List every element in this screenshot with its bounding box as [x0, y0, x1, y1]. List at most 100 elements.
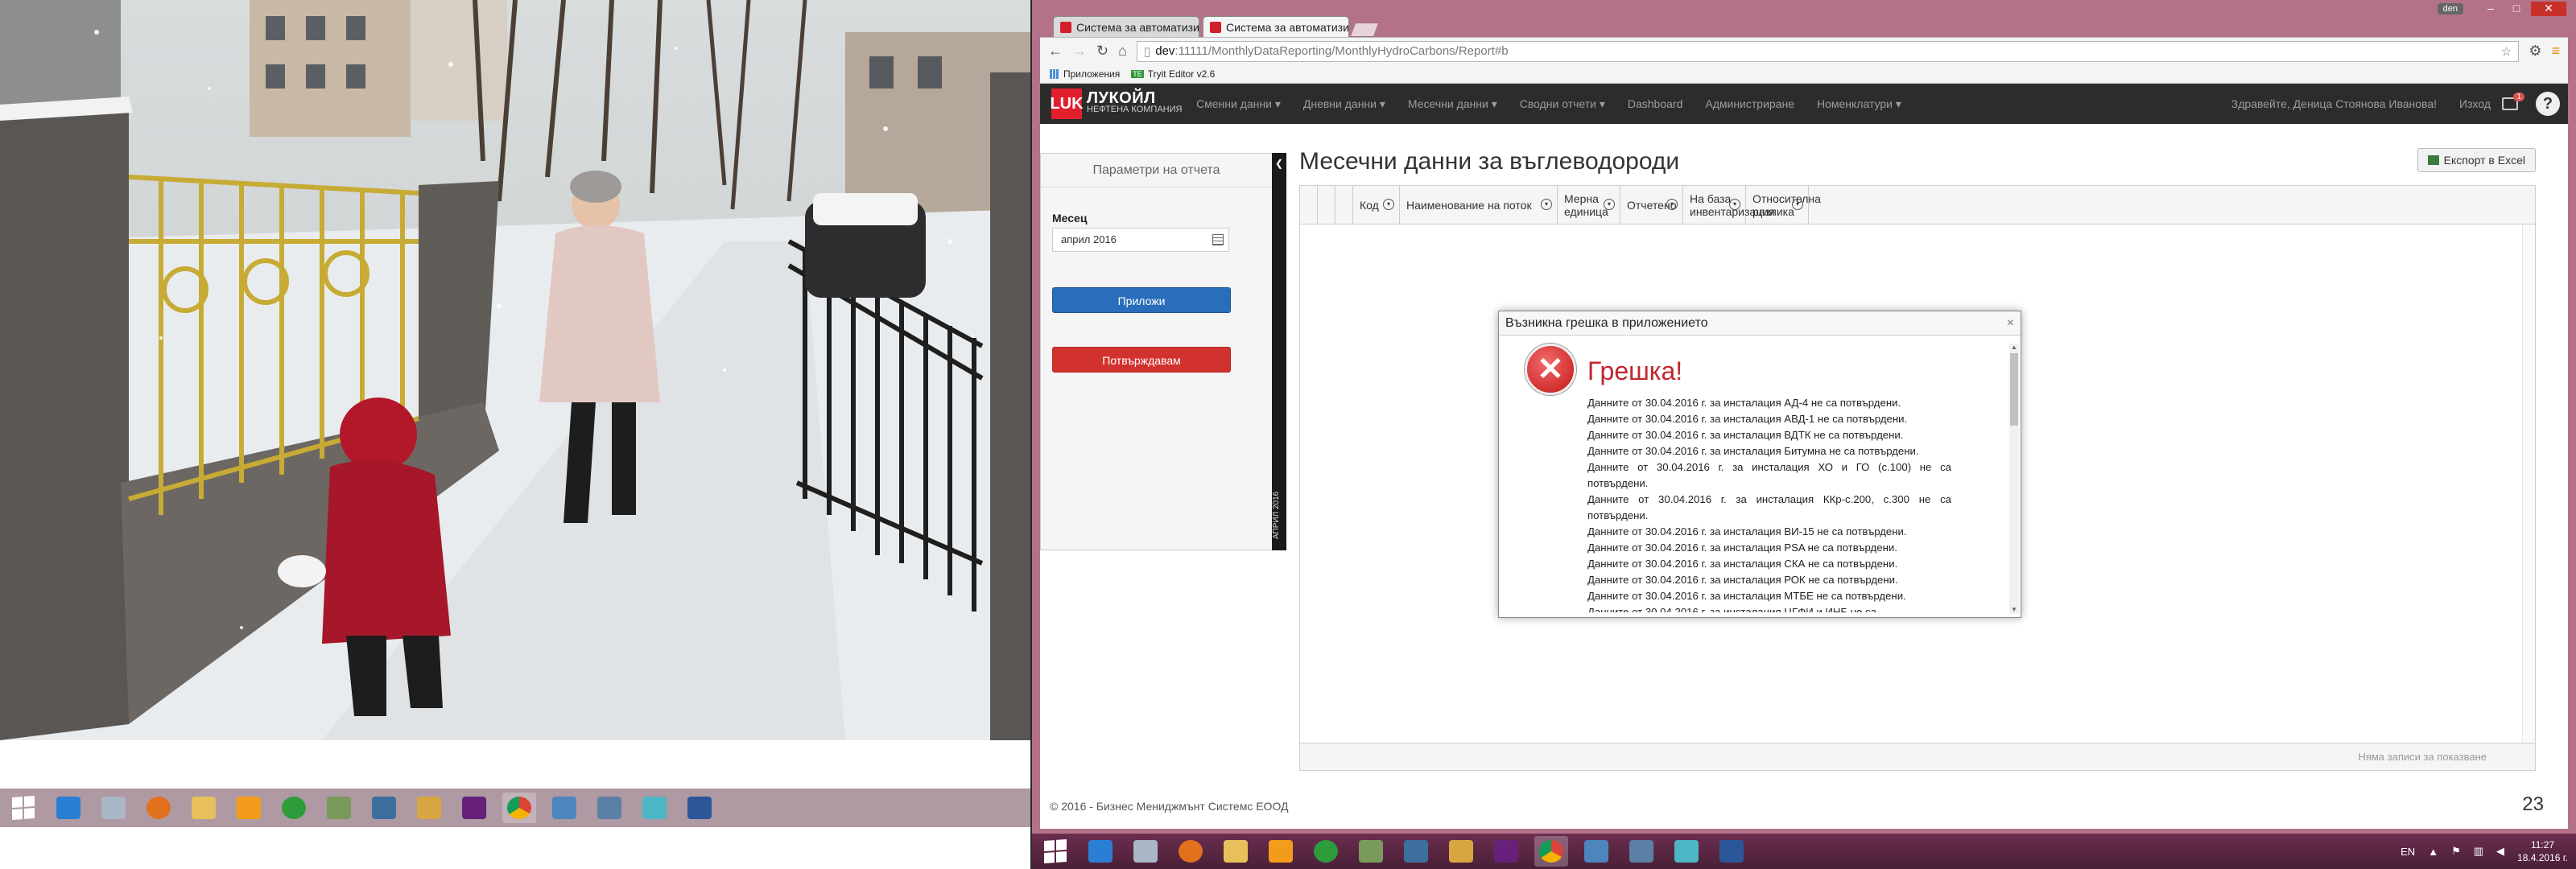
maximize-icon[interactable]: □ [2505, 2, 2528, 16]
new-tab-button[interactable] [1349, 23, 1380, 37]
browser-tab-1[interactable]: Система за автоматизир × [1053, 16, 1199, 37]
tray-expand-icon[interactable]: ▲ [2428, 846, 2438, 858]
taskbar-firefox[interactable] [142, 793, 175, 823]
taskbar-explorer[interactable] [1219, 836, 1253, 867]
filter-icon[interactable]: ▾ [1604, 199, 1615, 210]
taskbar-app-green[interactable] [277, 793, 311, 823]
filter-icon[interactable]: ▾ [1666, 199, 1678, 210]
taskbar-chrome[interactable] [1534, 836, 1568, 867]
nav-shift-data[interactable]: Сменни данни ▾ [1185, 97, 1292, 111]
taskbar-outlook[interactable] [232, 793, 266, 823]
browser-user-badge[interactable]: den [2437, 3, 2463, 14]
no-records-text: Няма записи за показване [2358, 751, 2487, 763]
grid-col-expand[interactable] [1318, 186, 1335, 224]
taskbar-network[interactable] [1399, 836, 1433, 867]
scroll-thumb[interactable] [2010, 353, 2018, 426]
taskbar-app-tools[interactable] [1354, 836, 1388, 867]
close-window-icon[interactable]: ✕ [2531, 2, 2566, 16]
forward-icon[interactable]: → [1072, 43, 1087, 60]
filter-icon[interactable]: ▾ [1541, 199, 1552, 210]
filter-icon[interactable]: ▾ [1383, 199, 1394, 210]
bookmark-tryit[interactable]: TE Tryit Editor v2.6 [1131, 68, 1215, 80]
collapse-arrow-icon[interactable]: ❮ [1272, 158, 1286, 169]
taskbar-right: EN ▲ ⚑ ▥ ◀ 11:27 18.4.2016 г. [1032, 834, 2576, 869]
nav-dashboard[interactable]: Dashboard [1616, 97, 1695, 110]
month-input[interactable]: април 2016 [1052, 228, 1229, 252]
confirm-button[interactable]: Потвърждавам [1052, 347, 1231, 373]
calendar-icon[interactable] [1212, 234, 1224, 245]
notifications-icon[interactable]: 1 [2502, 93, 2524, 110]
flag-icon[interactable]: ⚑ [2451, 845, 2461, 858]
bookmark-apps[interactable]: Приложения [1050, 68, 1120, 80]
nav-monthly-data[interactable]: Месечни данни ▾ [1397, 97, 1509, 111]
dialog-scrollbar[interactable]: ▲ ▼ [2009, 344, 2019, 614]
taskbar-paint[interactable] [412, 793, 446, 823]
filter-icon[interactable]: ▾ [1792, 199, 1803, 210]
error-message: Данните от 30.04.2016 г. за инсталация В… [1587, 429, 1904, 441]
taskbar-calc[interactable] [97, 793, 130, 823]
taskbar-paint[interactable] [1444, 836, 1478, 867]
extension-icon[interactable]: ⚙ [2529, 43, 2541, 60]
taskbar-monitor[interactable] [592, 793, 626, 823]
grid-scrollbar[interactable] [2522, 224, 2535, 744]
grid-col-unit[interactable]: Мерна единица ▾ [1558, 186, 1620, 224]
nav-summary-reports[interactable]: Сводни отчети ▾ [1509, 97, 1616, 111]
nav-nomenclatures[interactable]: Номенклатури ▾ [1806, 97, 1913, 111]
grid-col-code[interactable]: Код ▾ [1353, 186, 1400, 224]
taskbar-network[interactable] [367, 793, 401, 823]
grid-col-inventory[interactable]: На база инвентаризация ▾ [1683, 186, 1775, 224]
clock[interactable]: 11:27 18.4.2016 г. [2517, 838, 2568, 864]
taskbar-monitor[interactable] [1624, 836, 1658, 867]
taskbar-remote[interactable] [547, 793, 581, 823]
taskbar-chrome[interactable] [502, 793, 536, 823]
taskbar-firefox[interactable] [1174, 836, 1208, 867]
user-greeting[interactable]: Здравейте, Деница Стоянова Иванова! [2220, 97, 2448, 110]
grid-col-select[interactable] [1300, 186, 1318, 224]
taskbar-vs[interactable] [1489, 836, 1523, 867]
start-button[interactable] [1038, 836, 1072, 867]
taskbar-word[interactable] [683, 793, 716, 823]
remote-desktop-icon [552, 797, 576, 819]
grid-col-stream-name[interactable]: Наименование на поток ▾ [1400, 186, 1558, 224]
taskbar-remote[interactable] [1579, 836, 1613, 867]
taskbar-explorer[interactable] [187, 793, 221, 823]
home-icon[interactable]: ⌂ [1118, 43, 1127, 60]
nav-daily-data[interactable]: Дневни данни ▾ [1292, 97, 1397, 111]
address-bar[interactable]: ▯ dev:11111/MonthlyDataReporting/Monthly… [1136, 40, 2520, 62]
taskbar-app-cyan[interactable] [638, 793, 671, 823]
taskbar-ie[interactable] [52, 793, 85, 823]
bookmark-star-icon[interactable]: ☆ [2501, 44, 2512, 59]
network-tray-icon[interactable]: ▥ [2474, 845, 2483, 858]
taskbar-app-tools[interactable] [322, 793, 356, 823]
grid-col-relative-diff[interactable]: Относителна разлика ▾ [1746, 186, 1821, 224]
taskbar-calc[interactable] [1129, 836, 1162, 867]
reload-icon[interactable]: ↻ [1096, 43, 1108, 60]
filter-icon[interactable]: ▾ [1729, 199, 1740, 210]
back-icon[interactable]: ← [1048, 43, 1063, 60]
help-icon[interactable]: ? [2536, 92, 2560, 116]
taskbar-ie[interactable] [1084, 836, 1117, 867]
taskbar-outlook[interactable] [1264, 836, 1298, 867]
scroll-up-icon[interactable]: ▲ [2009, 344, 2019, 352]
menu-icon[interactable]: ≡ [2551, 43, 2560, 60]
brand-logo[interactable]: LUK ЛУКОЙЛ НЕФТЕНА КОМПАНИЯ [1040, 89, 1185, 119]
logout-link[interactable]: Изход [2448, 97, 2502, 110]
minimize-icon[interactable]: – [2479, 2, 2502, 16]
apply-button[interactable]: Приложи [1052, 287, 1231, 313]
grid-col-reported[interactable]: Отчетено ▾ [1620, 186, 1683, 224]
taskbar-word[interactable] [1715, 836, 1748, 867]
export-excel-button[interactable]: Експорт в Excel [2417, 148, 2536, 172]
nav-administration[interactable]: Администриране [1694, 97, 1806, 110]
taskbar-app-green[interactable] [1309, 836, 1343, 867]
taskbar-app-cyan[interactable] [1670, 836, 1703, 867]
error-message: Данните от 30.04.2016 г. за инсталация Ц… [1587, 606, 1876, 612]
browser-tab-2[interactable]: Система за автоматизир × [1203, 16, 1349, 37]
dialog-close-icon[interactable]: × [2007, 311, 2014, 336]
params-collapse-rail[interactable]: ❮ АПРИЛ 2016 [1272, 153, 1286, 550]
volume-icon[interactable]: ◀ [2496, 845, 2504, 858]
scroll-down-icon[interactable]: ▼ [2009, 606, 2019, 614]
grid-col-actions[interactable] [1335, 186, 1353, 224]
taskbar-vs[interactable] [457, 793, 491, 823]
start-button[interactable] [6, 793, 40, 823]
language-indicator[interactable]: EN [2401, 846, 2415, 858]
